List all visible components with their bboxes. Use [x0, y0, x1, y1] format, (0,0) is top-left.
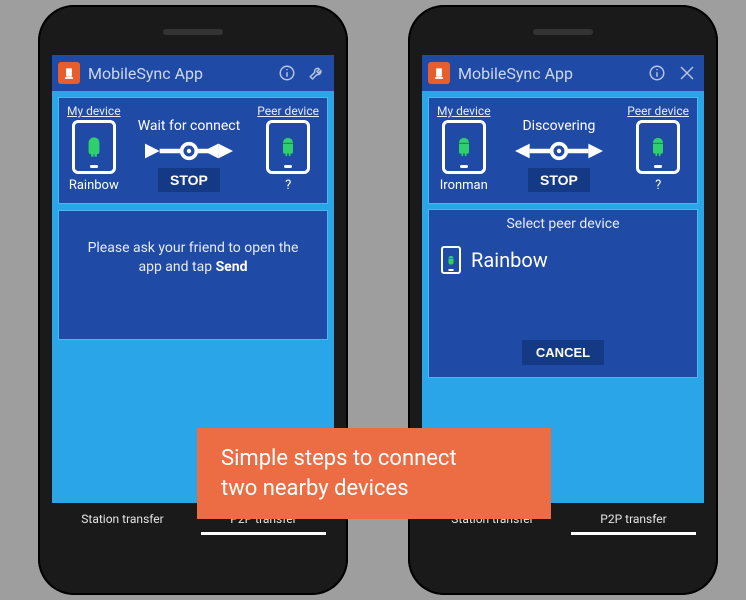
app-topbar: MobileSync App — [422, 55, 704, 91]
tab-station-label: Station transfer — [81, 512, 163, 526]
cancel-button[interactable]: CANCEL — [522, 340, 604, 365]
select-peer-dialog: Select peer device Rainbow CANCEL — [428, 209, 698, 378]
caption-line1: Simple steps to connect — [221, 444, 527, 474]
info-icon[interactable] — [646, 62, 668, 84]
peer-device-name: ? — [285, 178, 291, 193]
peer-option-icon — [441, 246, 461, 274]
instruction-text: Please ask your friend to open the app a… — [88, 240, 299, 275]
app-title: MobileSync App — [88, 64, 268, 83]
tools-icon[interactable] — [676, 62, 698, 84]
peer-device-col: Peer device ? — [627, 104, 689, 193]
peer-device-label: Peer device — [257, 104, 319, 118]
instruction-bold: Send — [216, 259, 248, 275]
stop-button[interactable]: STOP — [158, 168, 220, 192]
peer-device-icon — [266, 120, 310, 174]
info-icon[interactable] — [276, 62, 298, 84]
phone-speaker — [163, 29, 223, 35]
my-device-name: Ironman — [440, 178, 488, 193]
phone-speaker — [533, 29, 593, 35]
connect-status: Discovering — [522, 118, 595, 134]
tab-station-transfer[interactable]: Station transfer — [52, 503, 193, 535]
instruction-message: Please ask your friend to open the app a… — [67, 217, 319, 299]
peer-option-row[interactable]: Rainbow — [439, 242, 687, 290]
connect-panel: My device Ironman Discovering STOP — [428, 97, 698, 204]
peer-device-label: Peer device — [627, 104, 689, 118]
connect-status: Wait for connect — [138, 118, 240, 134]
my-device-icon — [442, 120, 486, 174]
peer-device-name: ? — [655, 178, 661, 193]
peer-device-col: Peer device ? — [257, 104, 319, 193]
app-logo-icon — [428, 62, 450, 84]
my-device-col: My device Rainbow — [67, 104, 121, 193]
sync-arrows-icon — [514, 140, 604, 162]
my-device-col: My device Ironman — [437, 104, 491, 193]
my-device-label: My device — [437, 104, 491, 118]
promo-caption: Simple steps to connect two nearby devic… — [197, 428, 551, 519]
peer-device-icon — [636, 120, 680, 174]
stop-button[interactable]: STOP — [528, 168, 590, 192]
my-device-label: My device — [67, 104, 121, 118]
peer-option-label: Rainbow — [471, 248, 548, 272]
tab-p2p-transfer[interactable]: P2P transfer — [563, 503, 704, 535]
app-logo-icon — [58, 62, 80, 84]
wrench-icon[interactable] — [306, 62, 328, 84]
connect-mid: Wait for connect STOP — [121, 104, 258, 192]
message-panel: Please ask your friend to open the app a… — [58, 210, 328, 340]
tab-p2p-label: P2P transfer — [600, 512, 666, 526]
my-device-icon — [72, 120, 116, 174]
sync-arrows-icon — [144, 140, 234, 162]
app-title: MobileSync App — [458, 64, 638, 83]
my-device-name: Rainbow — [69, 178, 119, 193]
caption-line2: two nearby devices — [221, 474, 527, 504]
app-topbar: MobileSync App — [52, 55, 334, 91]
connect-mid: Discovering STOP — [491, 104, 628, 192]
connect-panel: My device Rainbow Wait for connect STOP — [58, 97, 328, 204]
dialog-title: Select peer device — [439, 216, 687, 232]
